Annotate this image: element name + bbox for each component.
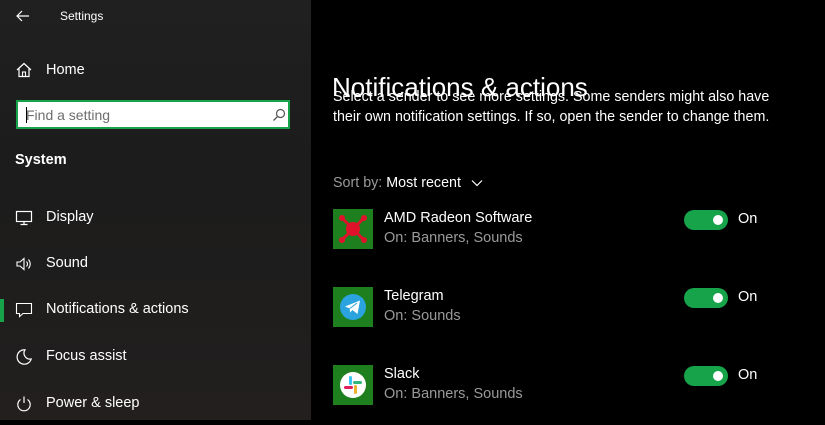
sidebar-item-label: Home — [46, 62, 85, 78]
toggle-knob — [713, 371, 723, 381]
sidebar-item-label: Focus assist — [46, 348, 127, 364]
sidebar-item-focus-assist[interactable]: Focus assist — [0, 337, 311, 377]
power-icon — [17, 396, 31, 412]
slack-icon — [333, 365, 373, 405]
chevron-down-icon — [471, 180, 483, 187]
notification-toggle[interactable] — [684, 210, 728, 230]
sender-name: AMD Radeon Software — [384, 210, 533, 226]
display-icon — [15, 210, 33, 226]
back-button[interactable] — [10, 4, 36, 28]
sender-name: Telegram — [384, 288, 444, 304]
notification-toggle[interactable] — [684, 288, 728, 308]
sidebar: Settings Home System Display Sound — [0, 0, 311, 420]
sort-label: Sort by: — [333, 175, 383, 191]
search-icon[interactable] — [272, 108, 286, 122]
sender-row-telegram[interactable]: Telegram On: Sounds On — [333, 287, 813, 347]
section-title: System — [15, 152, 67, 168]
sender-status: On: Banners, Sounds — [384, 230, 523, 246]
notification-toggle[interactable] — [684, 366, 728, 386]
sender-status: On: Banners, Sounds — [384, 386, 523, 402]
sender-row-slack[interactable]: Slack On: Banners, Sounds On — [333, 365, 813, 425]
toggle-state-label: On — [738, 367, 758, 383]
toggle-knob — [713, 293, 723, 303]
sort-value: Most recent — [386, 175, 461, 191]
sender-row-amd[interactable]: AMD Radeon Software On: Banners, Sounds … — [333, 209, 813, 269]
search-box[interactable] — [16, 100, 290, 129]
selection-indicator — [0, 299, 4, 322]
title-bar: Settings — [0, 0, 311, 32]
sender-name: Slack — [384, 366, 420, 382]
sidebar-item-sound[interactable]: Sound — [0, 244, 311, 284]
telegram-icon — [333, 287, 373, 327]
notifications-icon — [15, 302, 33, 318]
main-content: Notifications & actions Select a sender … — [311, 0, 825, 420]
description-text: Select a sender to see more settings. So… — [333, 89, 770, 125]
back-arrow-icon — [16, 10, 29, 22]
sidebar-item-label: Sound — [46, 255, 88, 271]
toggle-state-label: On — [738, 289, 758, 305]
sidebar-item-power-sleep[interactable]: Power & sleep — [0, 384, 311, 424]
sidebar-item-label: Power & sleep — [46, 395, 140, 411]
toggle-state-label: On — [738, 211, 758, 227]
sidebar-item-label: Display — [46, 209, 94, 225]
sound-icon — [16, 257, 31, 271]
sidebar-item-home[interactable]: Home — [0, 55, 311, 87]
home-icon — [16, 62, 32, 78]
sidebar-item-label: Notifications & actions — [46, 301, 189, 317]
sidebar-item-notifications[interactable]: Notifications & actions — [0, 290, 311, 330]
search-input[interactable] — [26, 106, 261, 124]
amd-radeon-icon — [333, 209, 373, 249]
text-caret — [26, 107, 27, 123]
sort-dropdown[interactable]: Sort by: Most recent — [333, 175, 483, 195]
app-title: Settings — [60, 9, 104, 23]
sidebar-item-display[interactable]: Display — [0, 198, 311, 238]
sender-status: On: Sounds — [384, 308, 461, 324]
focus-assist-icon — [16, 349, 33, 365]
toggle-knob — [713, 215, 723, 225]
